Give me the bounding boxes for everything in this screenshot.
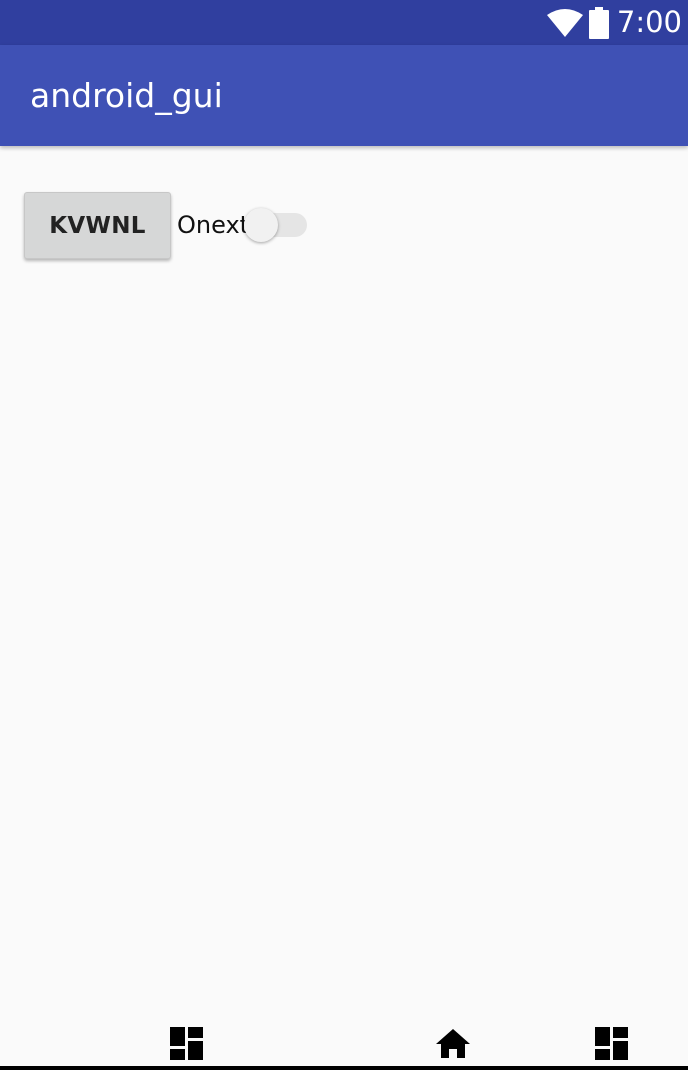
nav-bar [0, 1020, 688, 1070]
switch-thumb[interactable] [244, 208, 278, 242]
battery-icon [588, 6, 609, 39]
app-title: android_gui [30, 76, 223, 115]
nav-bar-divider [0, 1066, 688, 1070]
status-icons: 7:00 [546, 0, 682, 45]
status-time: 7:00 [616, 5, 682, 39]
dashboard-icon[interactable] [595, 1027, 629, 1061]
dashboard-icon[interactable] [170, 1027, 204, 1061]
main-content: KVWNL Onext [0, 146, 688, 1036]
app-bar: android_gui [0, 45, 688, 146]
home-icon[interactable] [436, 1027, 470, 1061]
status-bar: 7:00 [0, 0, 688, 45]
kvwnl-button[interactable]: KVWNL [24, 192, 171, 259]
switch-label: Onext [177, 211, 250, 239]
wifi-icon [546, 8, 583, 37]
